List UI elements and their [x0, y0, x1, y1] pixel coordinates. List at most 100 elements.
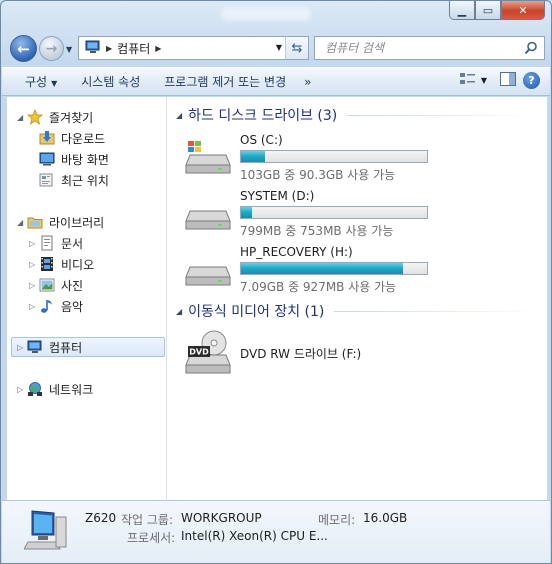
processor-label: 프로세서:	[127, 531, 176, 545]
sidebar-item-network[interactable]: ▷ 네트워크	[17, 379, 93, 399]
title-bar[interactable]: ▁ ▭ ✕	[1, 1, 551, 27]
sidebar-item-computer[interactable]: ▷ 컴퓨터	[11, 337, 165, 357]
drive-d[interactable]: SYSTEM (D:) 799MB 중 753MB 사용 가능	[184, 189, 534, 241]
uninstall-program-button[interactable]: 프로그램 제거 또는 변경	[155, 73, 295, 90]
details-pane: Z620 작업 그룹: WORKGROUP 메모리: 16.0GB 프로세서: …	[2, 500, 550, 563]
computer-name: Z620	[85, 511, 117, 525]
documents-label: 문서	[61, 236, 84, 251]
maximize-button[interactable]: ▭	[475, 1, 501, 20]
desktop-icon	[39, 151, 55, 167]
breadcrumb-computer[interactable]: 컴퓨터	[117, 40, 150, 57]
sidebar-item-documents[interactable]: ▷ 문서	[29, 233, 83, 253]
sidebar-item-videos[interactable]: ▷ 비디오	[29, 254, 94, 274]
sidebar-item-music[interactable]: ▷ 음악	[29, 296, 83, 316]
hard-drive-icon	[184, 197, 232, 234]
usage-bar-fill	[241, 263, 403, 274]
expand-arrow-icon[interactable]: ▷	[17, 343, 27, 352]
group-header-removable[interactable]: ◢ 이동식 미디어 장치 (1)	[168, 301, 538, 321]
network-label: 네트워크	[49, 382, 94, 397]
sidebar-item-downloads[interactable]: 다운로드	[39, 128, 105, 148]
expand-arrow-icon[interactable]: ▷	[17, 385, 27, 394]
drive-h[interactable]: HP_RECOVERY (H:) 7.09GB 중 927MB 사용 가능	[184, 245, 534, 297]
libraries-label: 라이브러리	[49, 215, 105, 230]
command-bar-right: ▼ ?	[459, 71, 540, 90]
expand-arrow-icon[interactable]: ▷	[29, 302, 39, 311]
hard-drive-icon	[184, 253, 232, 290]
refresh-button[interactable]: ⇆	[285, 36, 309, 60]
navigation-pane[interactable]: ◢ 즐겨찾기 다운로드 바탕 화면 최근 위치 ◢ 라이브러리 ▷ 문서 ▷ 비…	[7, 97, 167, 500]
group-divider	[347, 114, 538, 116]
favorites-label: 즐겨찾기	[49, 110, 94, 125]
usage-bar	[240, 262, 428, 275]
downloads-label: 다운로드	[61, 131, 106, 146]
view-tiles-icon	[459, 71, 477, 90]
help-icon[interactable]: ?	[523, 72, 540, 89]
sidebar-item-desktop[interactable]: 바탕 화면	[39, 149, 109, 169]
back-button[interactable]: ←	[10, 35, 37, 62]
usage-bar	[240, 206, 428, 219]
search-icon[interactable]	[524, 41, 538, 58]
arrow-right-icon: →	[45, 40, 58, 57]
system-properties-button[interactable]: 시스템 속성	[72, 73, 149, 90]
explorer-window: ▁ ▭ ✕ ← → ▼ ▶ 컴퓨터 ▶ ▼ ⇆ 구성▼ 시스템 속성 프로그램 …	[0, 0, 552, 564]
music-label: 음악	[61, 299, 84, 314]
memory-value: 16.0GB	[363, 511, 408, 525]
search-input[interactable]	[323, 40, 513, 56]
close-button[interactable]: ✕	[501, 1, 545, 20]
minimize-button[interactable]: ▁	[449, 1, 475, 20]
chevron-down-icon: ▼	[480, 76, 487, 85]
drive-space-info: 103GB 중 90.3GB 사용 가능	[240, 168, 396, 182]
caption-buttons: ▁ ▭ ✕	[449, 1, 545, 20]
computer-label: 컴퓨터	[49, 340, 83, 355]
collapse-arrow-icon[interactable]: ◢	[176, 307, 182, 316]
pictures-label: 사진	[61, 278, 84, 293]
address-bar[interactable]: ▶ 컴퓨터 ▶ ▼	[78, 36, 309, 60]
drive-c[interactable]: OS (C:) 103GB 중 90.3GB 사용 가능	[184, 133, 534, 185]
pictures-icon	[39, 277, 55, 293]
music-note-icon	[39, 298, 55, 314]
preview-pane-icon[interactable]	[499, 71, 517, 90]
breadcrumb-separator[interactable]: ▶	[106, 44, 112, 53]
recent-places-icon	[39, 172, 55, 188]
content-area: ◢ 즐겨찾기 다운로드 바탕 화면 최근 위치 ◢ 라이브러리 ▷ 문서 ▷ 비…	[7, 97, 547, 500]
dvd-badge: DVD	[189, 348, 209, 357]
computer-icon	[85, 40, 101, 57]
desktop-label: 바탕 화면	[61, 152, 109, 167]
workgroup-label: 작업 그룹:	[121, 513, 174, 527]
more-commands-button[interactable]: »	[295, 75, 320, 89]
recent-pages-dropdown[interactable]: ▼	[66, 45, 72, 54]
close-icon: ✕	[518, 3, 528, 17]
documents-icon	[39, 235, 55, 251]
file-list-pane[interactable]: ◢ 하드 디스크 드라이브 (3) OS (C:) 103GB 중 90.3GB…	[168, 97, 547, 500]
organize-label: 구성	[25, 75, 48, 89]
sidebar-item-pictures[interactable]: ▷ 사진	[29, 275, 83, 295]
star-icon	[27, 109, 43, 125]
recent-places-label: 최근 위치	[61, 173, 109, 188]
refresh-icon: ⇆	[291, 40, 303, 56]
group-header-hard-disks[interactable]: ◢ 하드 디스크 드라이브 (3)	[168, 105, 538, 125]
collapse-arrow-icon[interactable]: ◢	[17, 218, 27, 227]
arrow-left-icon: ←	[17, 39, 30, 58]
breadcrumb-separator[interactable]: ▶	[155, 44, 161, 53]
expand-arrow-icon[interactable]: ▷	[29, 260, 39, 269]
forward-button[interactable]: →	[39, 36, 64, 61]
drive-name: OS (C:)	[240, 133, 283, 147]
expand-arrow-icon[interactable]: ▷	[29, 239, 39, 248]
expand-arrow-icon[interactable]: ▷	[29, 281, 39, 290]
drive-space-info: 7.09GB 중 927MB 사용 가능	[240, 280, 397, 294]
sidebar-item-favorites[interactable]: ◢ 즐겨찾기	[17, 107, 93, 127]
usage-bar-fill	[241, 151, 266, 162]
processor-value: Intel(R) Xeon(R) CPU E...	[181, 529, 328, 543]
change-view-button[interactable]: ▼	[459, 71, 487, 90]
sidebar-item-libraries[interactable]: ◢ 라이브러리	[17, 212, 104, 232]
address-dropdown[interactable]: ▼	[276, 43, 282, 52]
drive-f[interactable]: DVD DVD RW 드라이브 (F:)	[184, 329, 534, 381]
chevron-down-icon: ▼	[51, 79, 58, 88]
collapse-arrow-icon[interactable]: ◢	[17, 113, 27, 122]
network-icon	[27, 381, 43, 397]
organize-button[interactable]: 구성 ▼	[16, 73, 66, 90]
sidebar-item-recent-places[interactable]: 최근 위치	[39, 170, 109, 190]
downloads-folder-icon	[39, 130, 55, 146]
usage-bar	[240, 150, 428, 163]
collapse-arrow-icon[interactable]: ◢	[176, 111, 182, 120]
